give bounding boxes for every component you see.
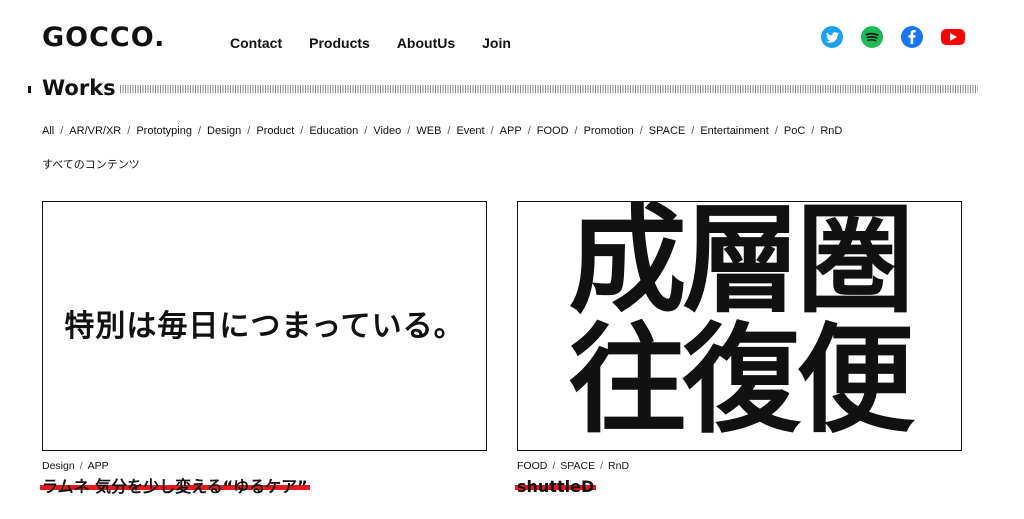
nav-aboutus[interactable]: AboutUs [397, 34, 455, 52]
tag[interactable]: Design [42, 460, 75, 472]
nav-products[interactable]: Products [309, 34, 370, 52]
work-thumbnail[interactable]: 成層圏 往復便 [517, 201, 962, 451]
title-divider [120, 85, 978, 93]
spotify-icon[interactable] [861, 26, 883, 48]
category-rnd[interactable]: RnD [820, 125, 842, 137]
category-filter: All / AR/VR/XR / Prototyping / Design / Product /… [42, 124, 842, 138]
work-tags: FOOD / SPACE / RnD [517, 460, 962, 473]
category-separator: / [774, 125, 778, 137]
tag-separator: / [79, 460, 83, 472]
section-header: Works [28, 76, 978, 102]
facebook-icon[interactable] [901, 26, 923, 48]
thumbnail-text: 成層圏 往復便 [542, 201, 937, 449]
category-separator: / [127, 125, 131, 137]
tag[interactable]: SPACE [560, 460, 595, 472]
main-nav: Contact Products AboutUs Join [230, 34, 511, 52]
category-separator: / [447, 125, 451, 137]
work-title[interactable]: ラムネ 気分を少し変える“ゆるケア” [40, 477, 310, 497]
category-ar-vr-xr[interactable]: AR/VR/XR [69, 125, 121, 137]
category-separator: / [691, 125, 695, 137]
nav-join[interactable]: Join [482, 34, 511, 52]
work-tags: Design / APP [42, 460, 487, 473]
category-separator: / [197, 125, 202, 137]
work-thumbnail[interactable]: 特別は毎日につまっている。 [42, 201, 487, 451]
category-separator: / [60, 125, 64, 137]
category-separator: / [300, 125, 304, 137]
tag[interactable]: RnD [608, 460, 629, 472]
tag-separator: / [552, 460, 556, 472]
tag-separator: / [600, 460, 604, 472]
category-separator: / [639, 125, 643, 137]
category-entertainment[interactable]: Entertainment [700, 125, 768, 137]
thumbnail-line: 往復便 [568, 311, 914, 449]
category-app[interactable]: APP [500, 125, 522, 137]
youtube-icon[interactable] [941, 29, 965, 45]
category-all[interactable]: All [42, 125, 54, 137]
category-design[interactable]: Design [207, 125, 241, 137]
category-video[interactable]: Video [373, 125, 401, 137]
filter-subtitle: すべてのコンテンツ [42, 158, 140, 171]
category-separator: / [574, 125, 578, 137]
category-food[interactable]: FOOD [537, 125, 569, 137]
work-card[interactable]: 特別は毎日につまっている。 Design / APP ラムネ 気分を少し変える“ゆる… [40, 201, 487, 497]
tag[interactable]: FOOD [517, 460, 547, 472]
category-separator: / [811, 125, 815, 137]
tag[interactable]: APP [88, 460, 109, 472]
work-title[interactable]: shuttleD [515, 477, 597, 497]
category-prototyping[interactable]: Prototyping [136, 125, 192, 137]
category-separator: / [247, 125, 251, 137]
work-card[interactable]: 成層圏 往復便 FOOD / SPACE / RnD shuttleD [515, 201, 962, 497]
category-poc[interactable]: PoC [784, 125, 805, 137]
category-separator: / [527, 125, 531, 137]
work-title-text: ラムネ 気分を少し変える“ゆるケア” [42, 477, 308, 496]
logo[interactable]: GOCCO. [42, 22, 165, 54]
thumbnail-line: 成層圏 [568, 201, 914, 329]
twitter-icon[interactable] [821, 26, 843, 48]
category-separator: / [364, 125, 368, 137]
category-product[interactable]: Product [256, 125, 294, 137]
title-marker [28, 86, 31, 93]
category-separator: / [407, 125, 411, 137]
category-web[interactable]: WEB [416, 125, 441, 137]
nav-contact[interactable]: Contact [230, 34, 282, 52]
page-title: Works [42, 76, 116, 100]
category-separator: / [490, 125, 494, 137]
category-promotion[interactable]: Promotion [584, 125, 634, 137]
social-links [821, 26, 965, 48]
category-education[interactable]: Education [309, 125, 358, 137]
category-space[interactable]: SPACE [649, 125, 685, 137]
work-title-text: shuttleD [517, 477, 595, 496]
category-event[interactable]: Event [456, 125, 484, 137]
thumbnail-text: 特別は毎日につまっている。 [64, 309, 465, 344]
